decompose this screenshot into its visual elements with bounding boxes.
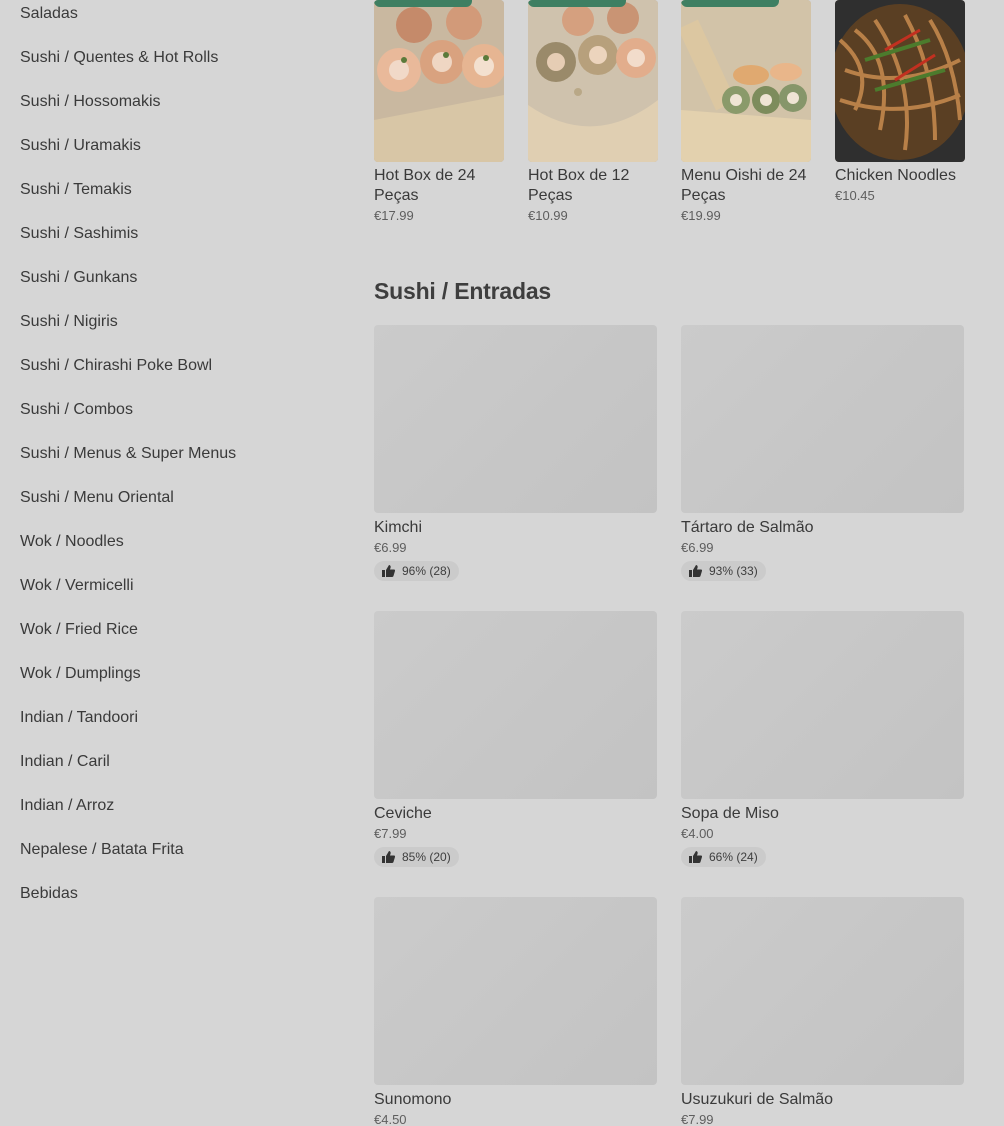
- featured-badge: [528, 0, 626, 7]
- menu-item-card[interactable]: Sopa de Miso €4.00 66% (24): [681, 611, 964, 868]
- menu-item-card[interactable]: Tártaro de Salmão €6.99 93% (33): [681, 325, 964, 582]
- menu-item-card[interactable]: Usuzukuri de Salmão €7.99: [681, 897, 964, 1126]
- sidebar-item-sushi-quentes[interactable]: Sushi / Quentes & Hot Rolls: [20, 48, 218, 68]
- rating-text: 66% (24): [709, 850, 758, 864]
- featured-item-name: Chicken Noodles: [835, 167, 956, 184]
- menu-item-name: Ceviche: [374, 805, 432, 822]
- featured-item-image: [528, 0, 658, 162]
- category-sidebar: Saladas Sushi / Quentes & Hot Rolls Sush…: [0, 0, 340, 1126]
- featured-item-price: €10.45: [835, 188, 875, 203]
- featured-item-image: [374, 0, 504, 162]
- sidebar-item-sushi-menu-oriental[interactable]: Sushi / Menu Oriental: [20, 488, 174, 508]
- featured-badge: [681, 0, 779, 7]
- sidebar-item-sushi-nigiris[interactable]: Sushi / Nigiris: [20, 312, 118, 332]
- featured-item-name: Menu Oishi de 24 Peças: [681, 167, 807, 204]
- sidebar-item-indian-arroz[interactable]: Indian / Arroz: [20, 796, 114, 816]
- featured-item-card[interactable]: Hot Box de 12 Peças €10.99: [528, 0, 658, 223]
- menu-item-price: €7.99: [374, 826, 407, 841]
- rating-badge: 93% (33): [681, 561, 766, 581]
- menu-item-image-placeholder: [681, 325, 964, 513]
- featured-item-name: Hot Box de 24 Peças: [374, 167, 476, 204]
- featured-item-price: €10.99: [528, 208, 568, 223]
- thumbs-up-icon: [689, 851, 702, 863]
- menu-content: Hot Box de 24 Peças €17.99 Hot Box de 12…: [374, 0, 984, 1126]
- sidebar-item-sushi-uramakis[interactable]: Sushi / Uramakis: [20, 136, 141, 156]
- sidebar-item-saladas[interactable]: Saladas: [20, 4, 78, 24]
- menu-item-price: €6.99: [681, 540, 714, 555]
- featured-item-price: €17.99: [374, 208, 414, 223]
- menu-item-image-placeholder: [681, 611, 964, 799]
- menu-item-name: Usuzukuri de Salmão: [681, 1091, 834, 1108]
- featured-item-card[interactable]: Hot Box de 24 Peças €17.99: [374, 0, 504, 223]
- sidebar-item-indian-tandoori[interactable]: Indian / Tandoori: [20, 708, 138, 728]
- menu-item-price: €6.99: [374, 540, 407, 555]
- featured-item-price: €19.99: [681, 208, 721, 223]
- menu-item-image-placeholder: [374, 611, 657, 799]
- rating-badge: 85% (20): [374, 847, 459, 867]
- rating-badge: 96% (28): [374, 561, 459, 581]
- sidebar-item-sushi-chirashi[interactable]: Sushi / Chirashi Poke Bowl: [20, 356, 212, 376]
- rating-text: 85% (20): [402, 850, 451, 864]
- featured-item-image: [681, 0, 811, 162]
- featured-item-card[interactable]: Menu Oishi de 24 Peças €19.99: [681, 0, 811, 223]
- menu-item-price: €4.50: [374, 1112, 407, 1126]
- sidebar-item-sushi-temakis[interactable]: Sushi / Temakis: [20, 180, 132, 200]
- thumbs-up-icon: [382, 851, 395, 863]
- sidebar-item-sushi-sashimis[interactable]: Sushi / Sashimis: [20, 224, 138, 244]
- featured-item-card[interactable]: Chicken Noodles €10.45: [835, 0, 965, 203]
- sidebar-item-wok-noodles[interactable]: Wok / Noodles: [20, 532, 124, 552]
- menu-item-name: Sopa de Miso: [681, 805, 779, 822]
- section-title: Sushi / Entradas: [374, 278, 552, 304]
- sidebar-item-indian-caril[interactable]: Indian / Caril: [20, 752, 110, 772]
- sidebar-item-sushi-gunkans[interactable]: Sushi / Gunkans: [20, 268, 137, 288]
- menu-item-card[interactable]: Ceviche €7.99 85% (20): [374, 611, 657, 868]
- sidebar-item-wok-vermicelli[interactable]: Wok / Vermicelli: [20, 576, 134, 596]
- sidebar-item-nepalese-batata[interactable]: Nepalese / Batata Frita: [20, 840, 184, 860]
- menu-item-name: Kimchi: [374, 519, 423, 536]
- rating-text: 93% (33): [709, 564, 758, 578]
- rating-badge: 66% (24): [681, 847, 766, 867]
- menu-item-name: Sunomono: [374, 1091, 452, 1108]
- sidebar-item-sushi-hossomakis[interactable]: Sushi / Hossomakis: [20, 92, 161, 112]
- featured-badge: [374, 0, 472, 7]
- menu-item-image-placeholder: [374, 897, 657, 1085]
- sidebar-item-sushi-combos[interactable]: Sushi / Combos: [20, 400, 133, 420]
- sidebar-item-sushi-menus[interactable]: Sushi / Menus & Super Menus: [20, 444, 236, 464]
- menu-item-image-placeholder: [374, 325, 657, 513]
- menu-item-name: Tártaro de Salmão: [681, 519, 814, 536]
- sidebar-item-bebidas[interactable]: Bebidas: [20, 884, 78, 904]
- menu-item-image-placeholder: [681, 897, 964, 1085]
- featured-item-name: Hot Box de 12 Peças: [528, 167, 630, 204]
- thumbs-up-icon: [689, 565, 702, 577]
- menu-item-price: €4.00: [681, 826, 714, 841]
- rating-text: 96% (28): [402, 564, 451, 578]
- featured-item-image: [835, 0, 965, 162]
- thumbs-up-icon: [382, 565, 395, 577]
- sidebar-item-wok-fried-rice[interactable]: Wok / Fried Rice: [20, 620, 138, 640]
- menu-item-card[interactable]: Kimchi €6.99 96% (28): [374, 325, 657, 582]
- menu-item-card[interactable]: Sunomono €4.50: [374, 897, 657, 1126]
- sidebar-item-wok-dumplings[interactable]: Wok / Dumplings: [20, 664, 141, 684]
- menu-item-price: €7.99: [681, 1112, 714, 1126]
